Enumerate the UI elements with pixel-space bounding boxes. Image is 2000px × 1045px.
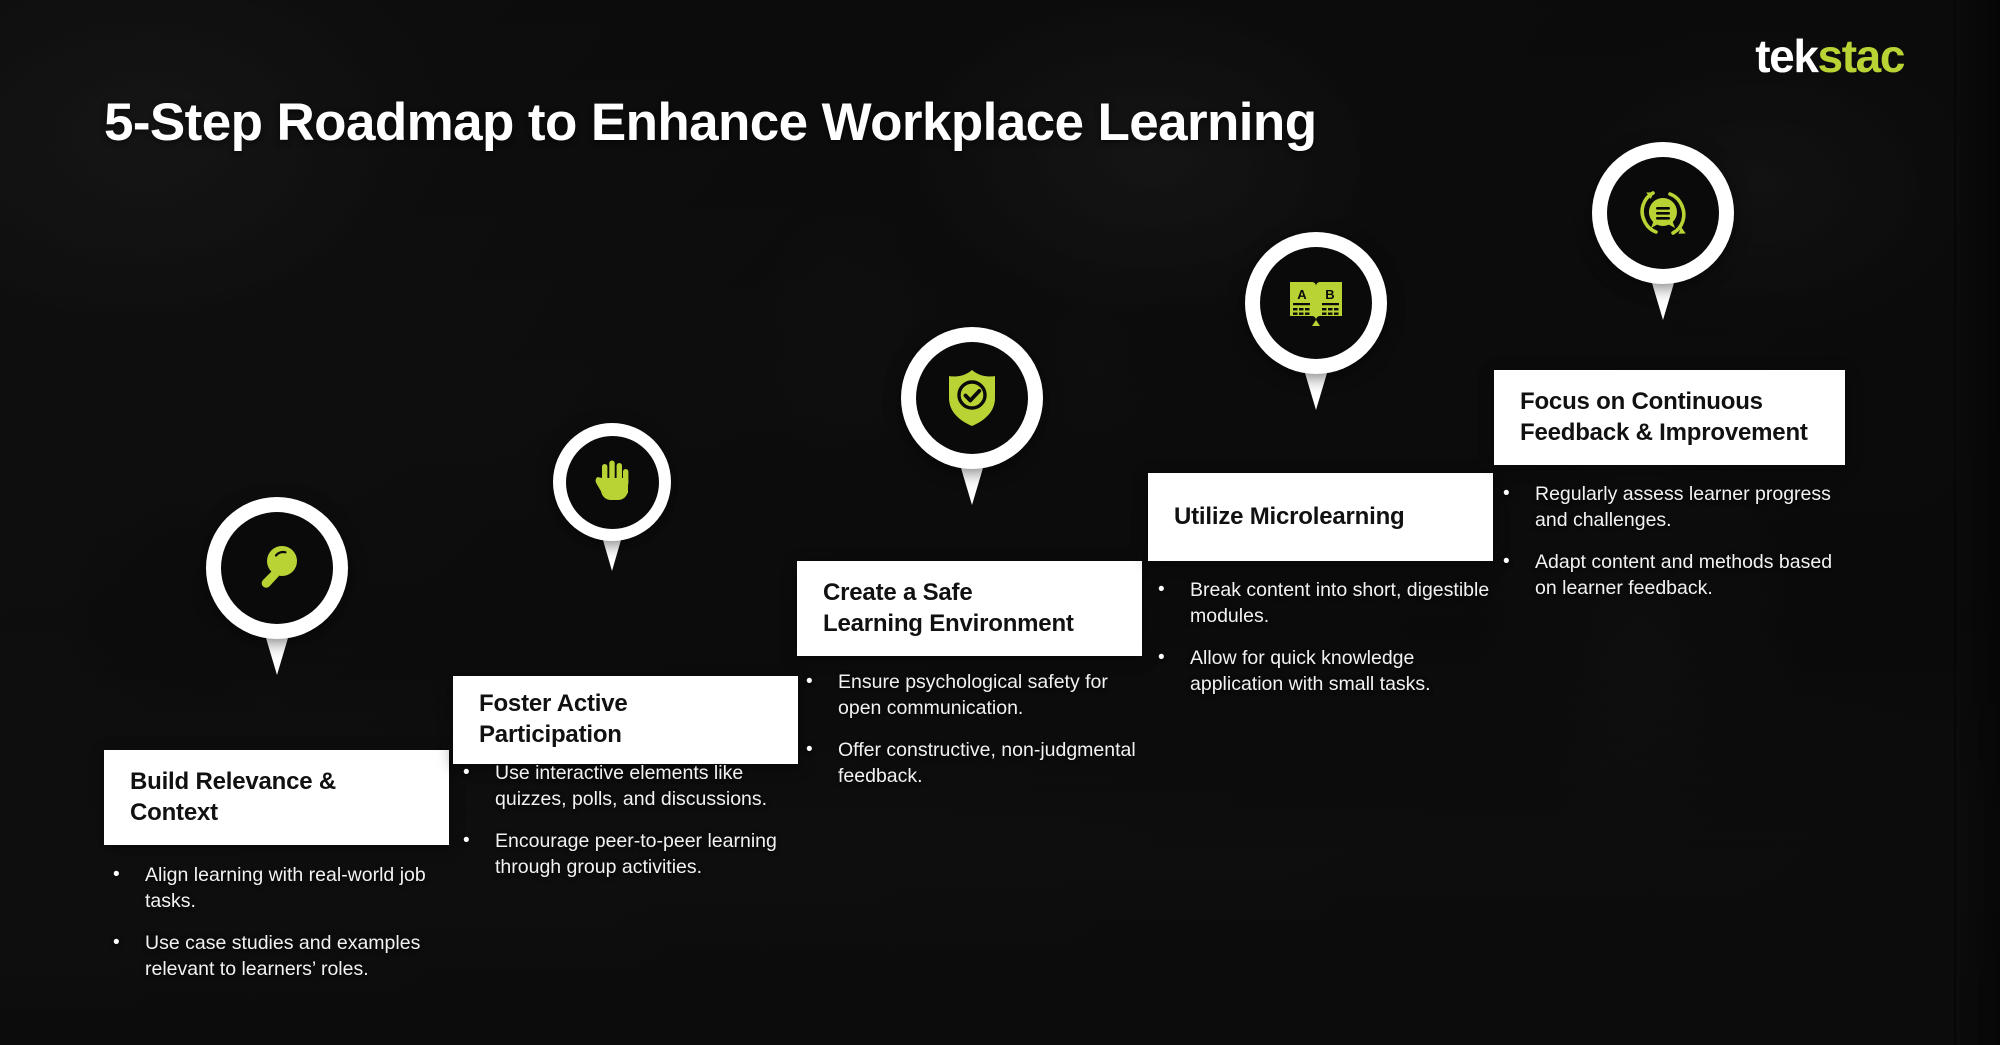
background-right-edge-shade	[1955, 0, 2000, 1045]
svg-text:B: B	[1325, 287, 1334, 302]
step-3-pin[interactable]	[901, 327, 1043, 505]
step-1-bullets: Align learning with real-world job tasks…	[110, 862, 455, 983]
slide-canvas: 5-Step Roadmap to Enhance Workplace Lear…	[0, 0, 2000, 1045]
step-1-pin[interactable]	[206, 497, 348, 675]
step-5-title: Focus on Continuous Feedback & Improveme…	[1520, 387, 1808, 448]
pin-inner-disc	[565, 435, 659, 529]
step-5-title-line-2: Feedback & Improvement	[1520, 418, 1808, 446]
pin-circle	[901, 327, 1043, 469]
step-5-title-line-1: Focus on Continuous	[1520, 387, 1763, 415]
logo-text-accent: stac	[1817, 30, 1906, 82]
step-2-pin[interactable]	[553, 423, 671, 573]
pin-circle	[553, 423, 671, 541]
step-2-bullets: Use interactive elements like quizzes, p…	[460, 760, 800, 881]
list-item: Allow for quick knowledge application wi…	[1155, 645, 1495, 697]
background-right-edge-line	[1954, 0, 1956, 1045]
page-title: 5-Step Roadmap to Enhance Workplace Lear…	[104, 93, 1317, 152]
raised-hand-icon	[595, 460, 629, 500]
tekstac-logo: tekstac	[1755, 30, 1906, 82]
pin-inner-disc: A B	[1260, 247, 1372, 359]
step-3-title-line-2: Learning Environment	[823, 609, 1074, 637]
pin-inner-disc	[221, 512, 333, 624]
list-item: Regularly assess learner progress and ch…	[1500, 481, 1845, 533]
step-5-bullets: Regularly assess learner progress and ch…	[1500, 481, 1845, 602]
list-item: Offer constructive, non-judgmental feedb…	[803, 737, 1143, 789]
step-4-bullets: Break content into short, digestible mod…	[1155, 577, 1495, 698]
step-5-pin[interactable]	[1592, 142, 1734, 320]
list-item: Break content into short, digestible mod…	[1155, 577, 1495, 629]
svg-text:A: A	[1297, 287, 1307, 302]
pin-circle	[206, 497, 348, 639]
list-item: Align learning with real-world job tasks…	[110, 862, 455, 914]
step-5-card-header: Focus on Continuous Feedback & Improveme…	[1494, 370, 1845, 465]
step-3-card-header: Create a Safe Learning Environment	[797, 561, 1142, 656]
list-item: Ensure psychological safety for open com…	[803, 669, 1143, 721]
step-3-bullets: Ensure psychological safety for open com…	[803, 669, 1143, 790]
step-4-card-header: Utilize Microlearning	[1148, 473, 1493, 561]
step-4-pin[interactable]: A B	[1245, 232, 1387, 410]
pin-inner-disc	[1607, 157, 1719, 269]
pin-circle: A B	[1245, 232, 1387, 374]
magnifier-icon	[261, 546, 297, 588]
pin-circle	[1592, 142, 1734, 284]
list-item: Use interactive elements like quizzes, p…	[460, 760, 800, 812]
feedback-loop-icon	[1640, 191, 1686, 235]
pin-inner-disc	[916, 342, 1028, 454]
step-3-title: Create a Safe Learning Environment	[823, 578, 1074, 639]
list-item: Use case studies and examples relevant t…	[110, 930, 455, 982]
step-4-title: Utilize Microlearning	[1174, 502, 1405, 530]
shield-check-icon	[949, 370, 995, 426]
step-1-card-header: Build Relevance & Context	[104, 750, 449, 845]
step-1-title: Build Relevance & Context	[130, 767, 337, 826]
step-2-card-header: Foster Active Participation	[453, 676, 798, 764]
list-item: Encourage peer-to-peer learning through …	[460, 828, 800, 880]
step-3-title-line-1: Create a Safe	[823, 578, 973, 606]
open-book-icon: A B	[1290, 282, 1342, 326]
list-item: Adapt content and methods based on learn…	[1500, 549, 1845, 601]
logo-text-primary: tek	[1755, 30, 1819, 82]
step-2-title: Foster Active Participation	[479, 690, 628, 748]
